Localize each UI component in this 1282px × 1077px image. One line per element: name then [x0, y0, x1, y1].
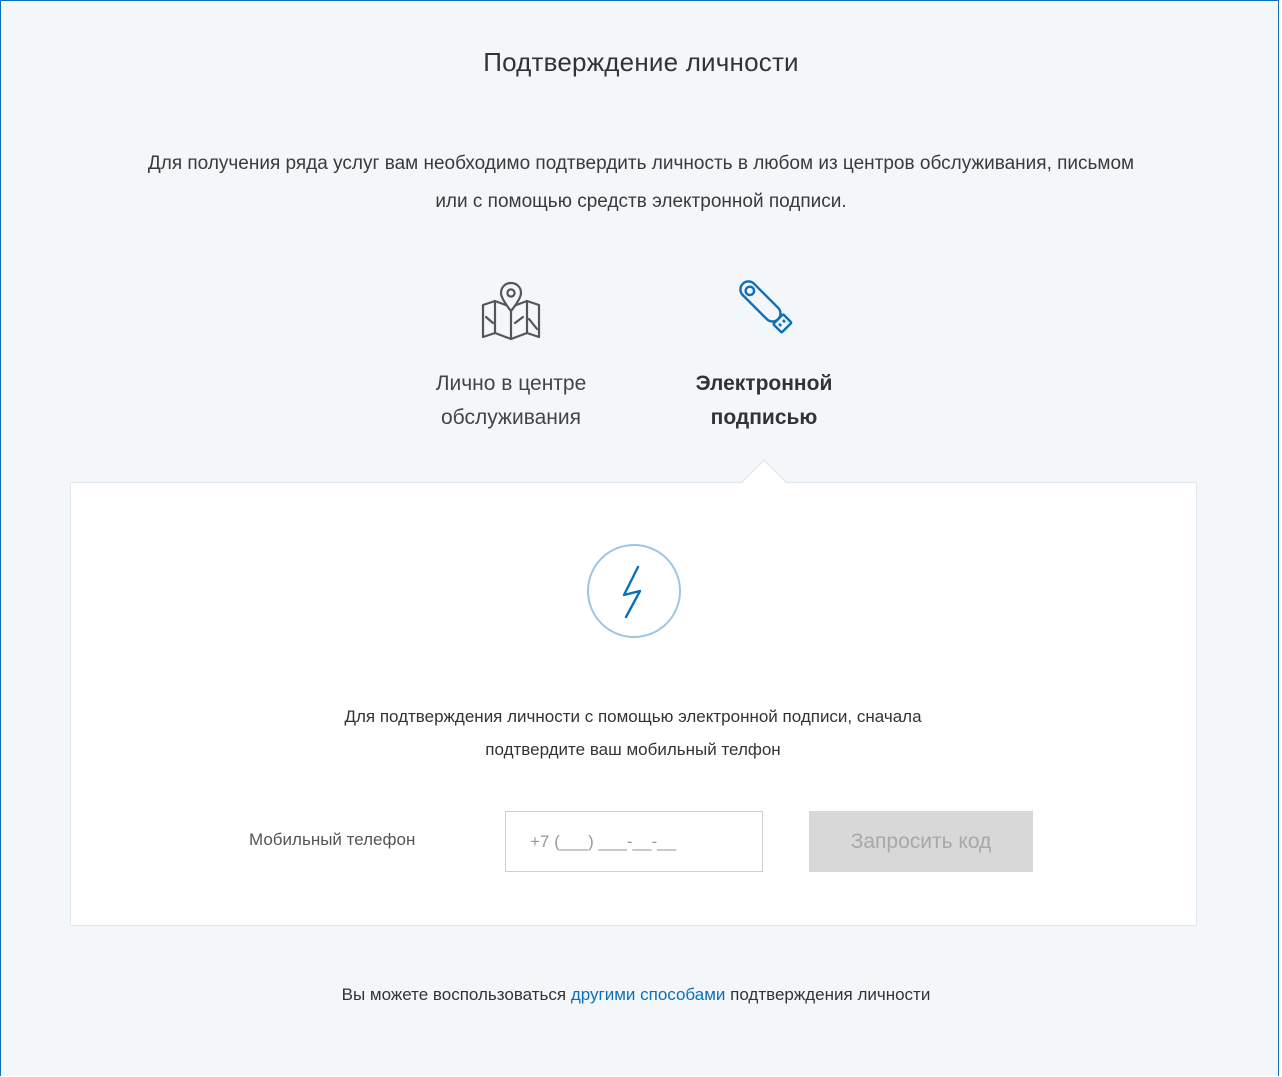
confirmation-methods: Лично в центре обслуживания Электронной … [1, 271, 1281, 471]
other-methods-link[interactable]: другими способами [571, 985, 726, 1004]
method-electronic-signature-label-line1: Электронной [695, 372, 833, 395]
identity-confirmation-page: Подтверждение личности Для получения ряд… [0, 0, 1279, 1076]
page-title: Подтверждение личности [483, 47, 799, 77]
method-electronic-signature[interactable]: Электронной подписью [654, 271, 874, 435]
method-service-center-label-line2: обслуживания [440, 406, 582, 429]
lightning-icon [587, 544, 681, 638]
method-electronic-signature-label: Электронной подписью [654, 367, 874, 435]
method-electronic-signature-label-line2: подписью [710, 406, 818, 429]
intro-text: Для получения ряда услуг вам необходимо … [147, 153, 1135, 212]
usb-token-icon [739, 280, 793, 334]
map-pin-icon [481, 281, 541, 341]
phone-field-label: Мобильный телефон [249, 830, 416, 849]
footer-text-before: Вы можете воспользоваться [341, 985, 571, 1004]
panel-pointer-arrow-fill [741, 461, 787, 484]
panel-instruction-text: Для подтверждения личности с помощью эле… [233, 700, 1033, 766]
panel-instruction-line2: подтвердите ваш мобильный телфон [485, 740, 781, 759]
method-service-center-label-line1: Лично в центре [435, 372, 587, 395]
request-code-button[interactable]: Запросить код [809, 811, 1033, 872]
method-service-center[interactable]: Лично в центре обслуживания [401, 271, 621, 435]
panel-instruction-line1: Для подтверждения личности с помощью эле… [344, 707, 922, 726]
footer-text: Вы можете воспользоваться другими способ… [1, 985, 1271, 1005]
footer-text-after: подтверждения личности [725, 985, 931, 1004]
method-service-center-label: Лично в центре обслуживания [401, 367, 621, 435]
phone-input[interactable] [505, 811, 763, 872]
